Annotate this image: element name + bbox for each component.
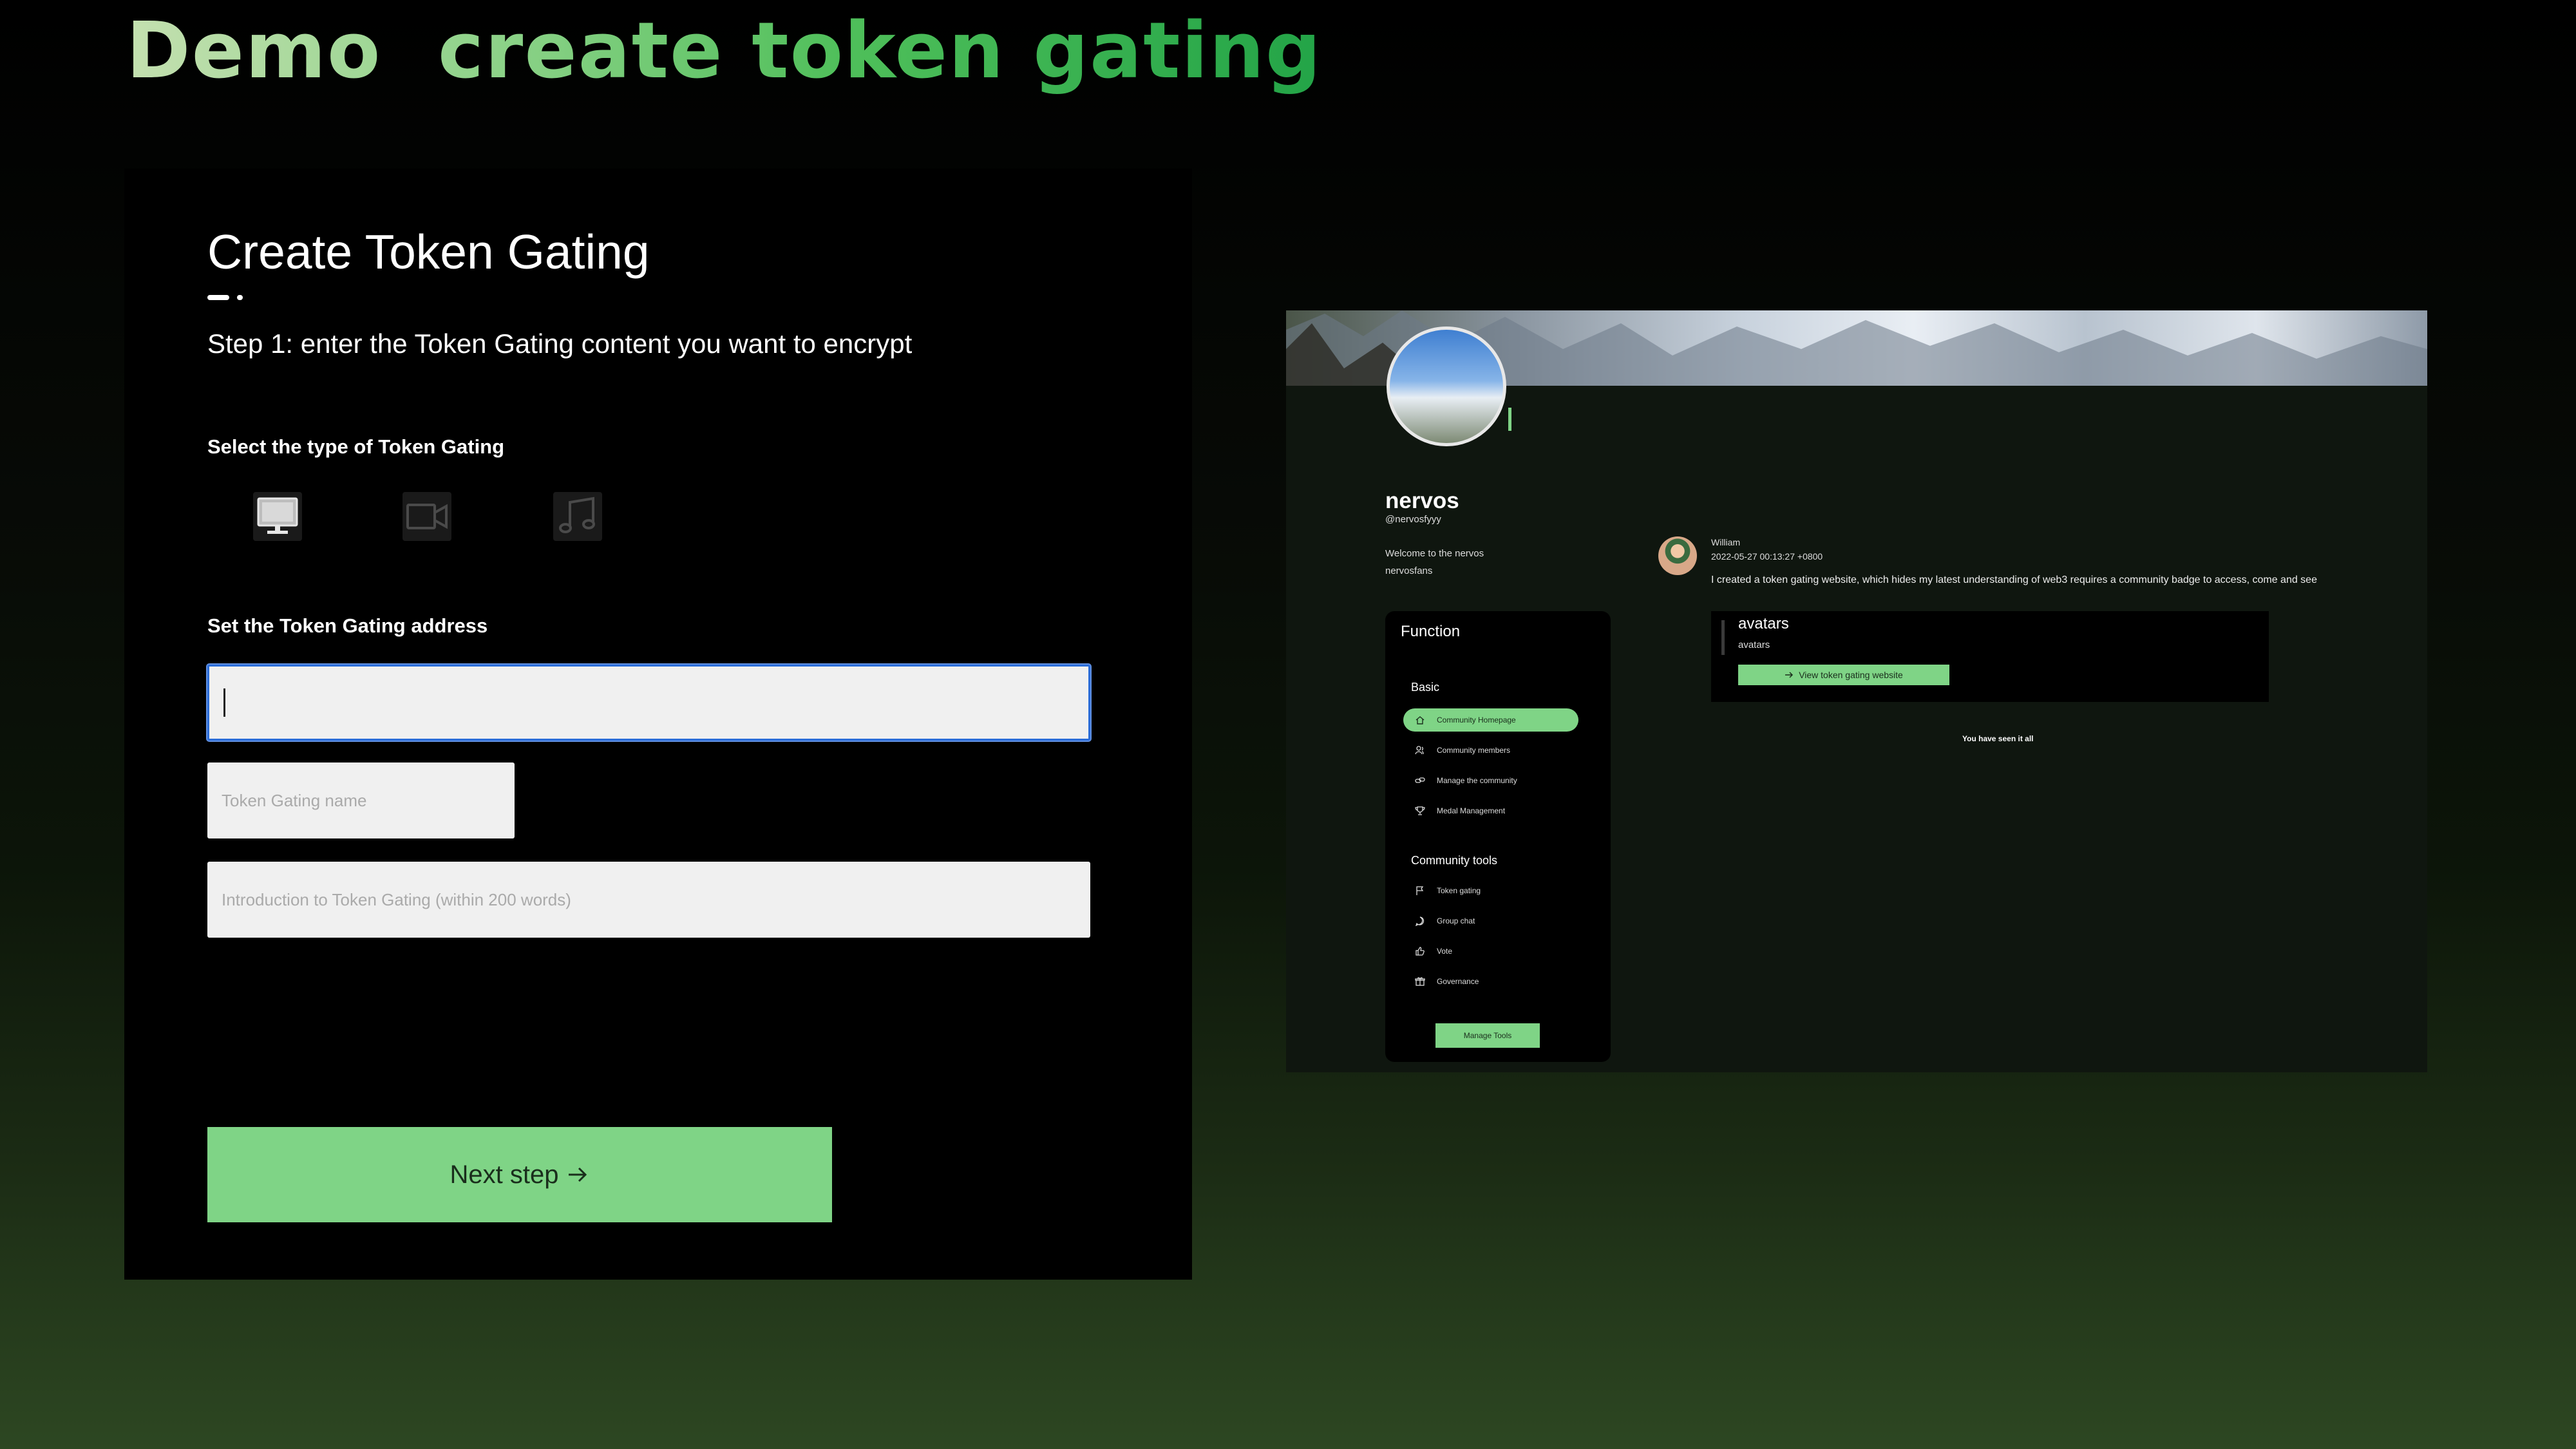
progress-dot-next [237,295,243,300]
form-title: Create Token Gating [207,225,650,279]
next-step-label: Next step [450,1160,559,1189]
arrow-right-icon [569,1167,587,1182]
sidebar-item-group-chat[interactable]: Group chat [1403,909,1578,933]
sidebar-item-governance[interactable]: Governance [1403,970,1578,993]
sidebar-item-label: Group chat [1437,916,1475,925]
address-section-label: Set the Token Gating address [207,614,488,637]
progress-bar-current [207,295,229,300]
type-section-label: Select the type of Token Gating [207,435,505,458]
create-token-gating-panel: Create Token Gating Step 1: enter the To… [124,169,1192,1280]
type-option-computer[interactable] [253,492,302,541]
sidebar-item-label: Medal Management [1437,806,1506,815]
token-gating-name-input[interactable]: Token Gating name [207,762,515,838]
community-handle: @nervosfyyy [1385,514,1441,525]
community-avatar[interactable] [1387,327,1506,446]
community-name: nervos [1385,488,1459,513]
sidebar-item-label: Manage the community [1437,776,1517,785]
view-button-label: View token gating website [1799,670,1903,680]
end-of-feed-text: You have seen it all [1962,734,2034,743]
thumbs-up-icon [1416,947,1425,956]
sidebar-title: Function [1401,623,1461,640]
active-item-indicator [1508,408,1511,431]
type-option-music[interactable] [553,492,602,541]
name-input-placeholder: Token Gating name [222,790,367,810]
sidebar-item-token-gating[interactable]: Token gating [1403,879,1578,902]
music-icon [559,497,595,533]
sidebar-section-community-tools: Community tools [1411,854,1498,867]
token-gating-address-input[interactable] [207,665,1090,741]
manage-tools-button[interactable]: Manage Tools [1435,1023,1540,1048]
card-title: avatars [1738,615,1789,632]
sidebar-item-medal-management[interactable]: Medal Management [1403,799,1578,822]
sidebar-item-label: Token gating [1437,886,1481,895]
token-gating-card: avatars avatars View token gating websit… [1711,611,2269,702]
view-token-gating-website-button[interactable]: View token gating website [1738,665,1949,685]
community-fans-label: nervosfans [1385,565,1433,576]
post-text: I created a token gating website, which … [1711,574,2317,585]
sidebar-item-manage-community[interactable]: Manage the community [1403,769,1578,792]
sidebar-item-label: Community members [1437,746,1511,755]
video-icon [406,504,448,529]
sidebar-item-vote[interactable]: Vote [1403,940,1578,963]
token-gating-intro-input[interactable]: Introduction to Token Gating (within 200… [207,862,1090,938]
community-page-preview: nervos @nervosfyyy Welcome to the nervos… [1286,310,2427,1072]
members-icon [1415,746,1424,755]
post-author-name: William [1711,537,1741,547]
sidebar-item-label: Vote [1437,947,1453,956]
trophy-icon [1415,806,1425,815]
sidebar-item-community-homepage[interactable]: Community Homepage [1403,708,1578,732]
function-sidebar: Function Basic Community Homepage Commun… [1385,611,1611,1062]
home-icon [1416,716,1425,724]
flag-icon [1416,886,1424,895]
sidebar-item-community-members[interactable]: Community members [1403,739,1578,762]
community-welcome-text: Welcome to the nervos [1385,548,1484,559]
card-subtitle: avatars [1738,639,1770,650]
sidebar-section-basic: Basic [1411,681,1440,694]
post-timestamp: 2022-05-27 00:13:27 +0800 [1711,551,1823,562]
monitor-icon [257,497,298,534]
gift-icon [1415,977,1425,986]
sidebar-item-label: Governance [1437,977,1479,986]
text-caret [223,688,225,717]
slide-title: Demo create token gating [126,6,1322,96]
sidebar-item-label: Community Homepage [1437,715,1516,724]
post-author-avatar[interactable] [1658,536,1697,575]
step-description: Step 1: enter the Token Gating content y… [207,328,913,359]
intro-input-placeholder: Introduction to Token Gating (within 200… [222,889,571,909]
card-accent-bar [1721,620,1725,655]
link-icon [1415,777,1425,783]
chat-icon [1415,916,1425,926]
arrow-right-icon [1785,672,1794,678]
next-step-button[interactable]: Next step [207,1127,832,1222]
type-option-video[interactable] [402,492,451,541]
